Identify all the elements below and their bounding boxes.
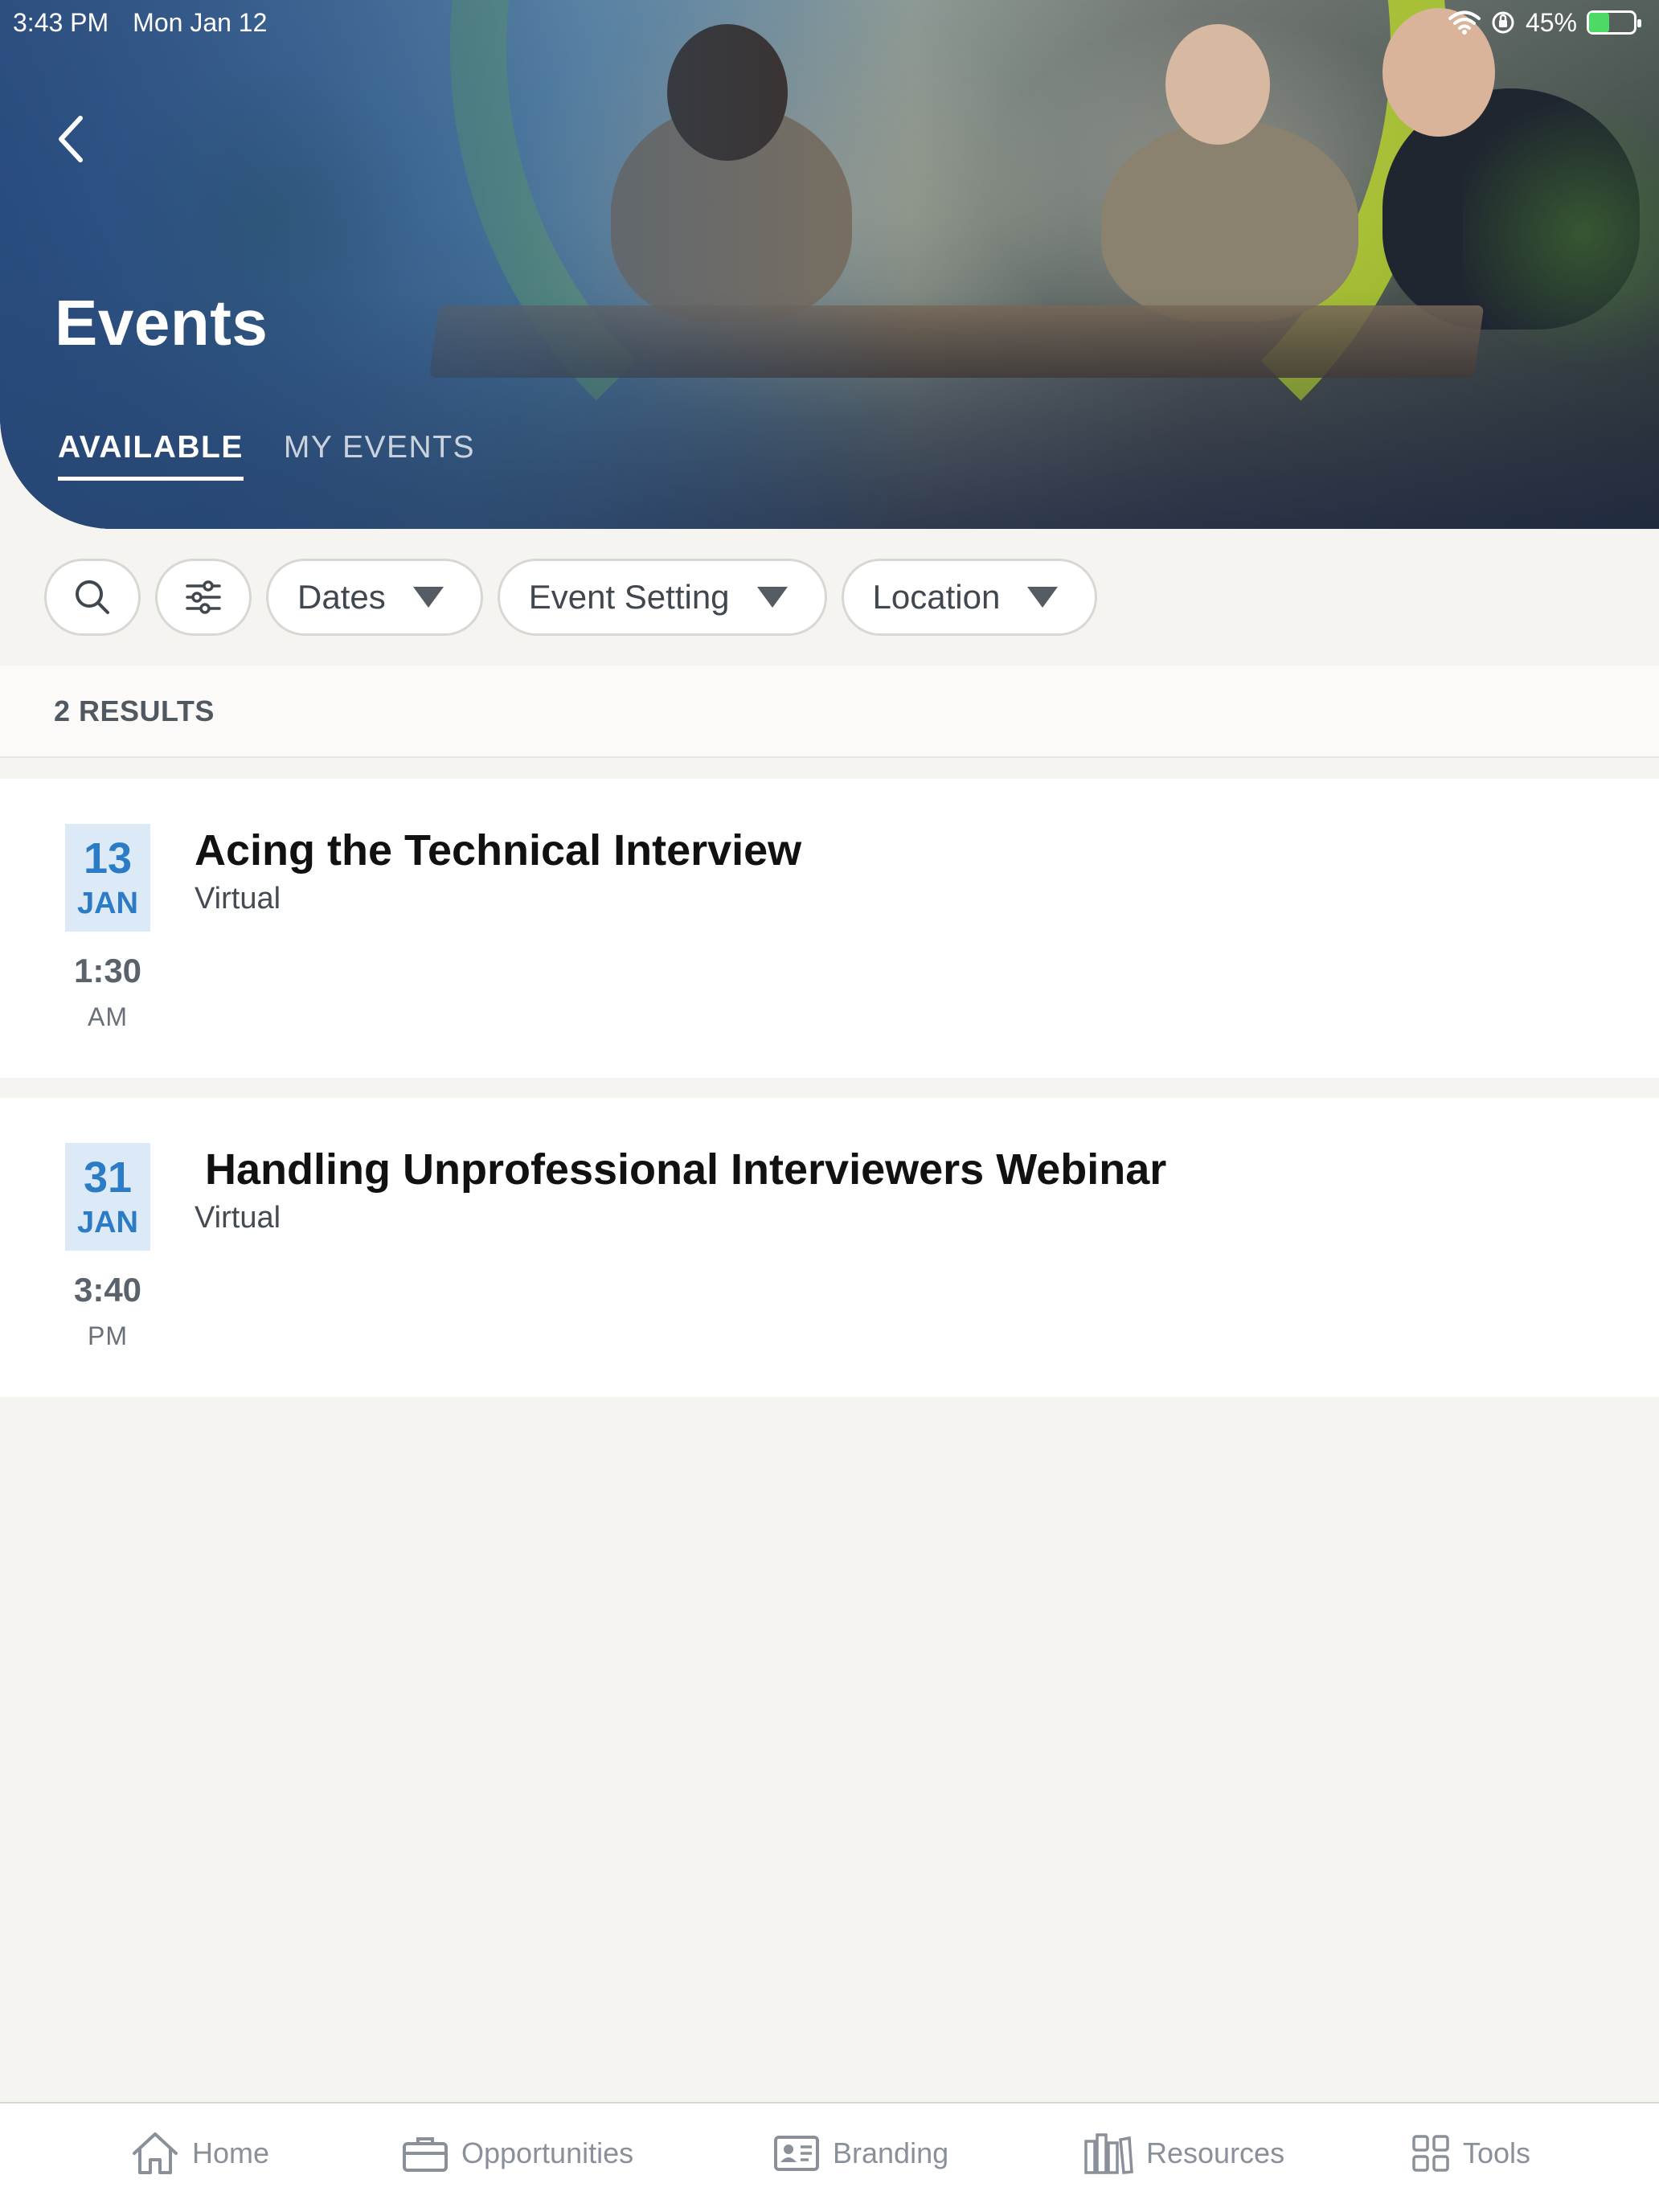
nav-branding[interactable]: Branding <box>773 2128 948 2179</box>
filter-bar: Dates Event Setting Location <box>0 529 1659 666</box>
tab-bar: AVAILABLE MY EVENTS <box>58 430 475 481</box>
status-date: Mon Jan 12 <box>133 7 268 37</box>
location-dropdown-label: Location <box>872 578 1001 616</box>
caret-down-icon <box>412 587 444 608</box>
battery-level <box>1589 13 1610 32</box>
bottom-nav: Home Opportunities Branding Resources To… <box>0 2102 1659 2212</box>
event-title: Acing the Technical Interview <box>195 826 802 875</box>
home-icon <box>133 2132 178 2174</box>
event-setting: Virtual <box>195 882 281 916</box>
nav-tools-label: Tools <box>1463 2136 1531 2169</box>
nav-opportunities-label: Opportunities <box>461 2136 634 2169</box>
tab-available[interactable]: AVAILABLE <box>58 430 244 481</box>
event-setting-dropdown-label: Event Setting <box>528 578 730 616</box>
status-bar-left: 3:43 PM Mon Jan 12 <box>13 6 267 39</box>
sliders-icon <box>186 580 221 614</box>
event-month: JAN <box>76 887 139 920</box>
grid-icon <box>1412 2135 1449 2172</box>
event-time: 1:30 <box>73 952 142 989</box>
dates-dropdown-label: Dates <box>297 578 386 616</box>
event-day: 13 <box>83 834 133 883</box>
header-banner: 3:43 PM Mon Jan 12 45% Events AVAILABLE … <box>0 0 1659 529</box>
briefcase-icon <box>403 2137 448 2172</box>
orientation-lock-icon <box>1492 11 1514 34</box>
nav-opportunities[interactable]: Opportunities <box>402 2128 633 2179</box>
event-month: JAN <box>76 1206 139 1239</box>
event-date-badge: 13 JAN <box>65 824 150 932</box>
event-title: Handling Unprofessional Interviewers Web… <box>205 1145 1167 1194</box>
tab-my-events[interactable]: MY EVENTS <box>284 430 475 481</box>
books-icon <box>1084 2133 1133 2174</box>
nav-branding-label: Branding <box>833 2136 949 2169</box>
event-date-badge: 31 JAN <box>65 1143 150 1251</box>
nav-home-label: Home <box>192 2136 270 2169</box>
location-dropdown[interactable]: Location <box>841 559 1098 636</box>
event-time: 3:40 <box>73 1271 142 1309</box>
filters-button[interactable] <box>155 559 252 636</box>
battery-icon <box>1587 10 1641 35</box>
page-title: Events <box>55 287 268 358</box>
event-ampm: AM <box>88 1002 128 1031</box>
nav-resources-label: Resources <box>1146 2136 1285 2169</box>
dates-dropdown[interactable]: Dates <box>266 559 483 636</box>
event-day: 31 <box>83 1153 133 1202</box>
results-count: 2 RESULTS <box>0 666 1659 758</box>
event-ampm: PM <box>88 1321 128 1350</box>
wifi-icon <box>1448 10 1481 35</box>
status-bar-right: 45% <box>1448 6 1641 39</box>
status-time: 3:43 PM <box>13 7 109 37</box>
chevron-left-icon <box>59 116 83 162</box>
nav-tools[interactable]: Tools <box>1411 2128 1530 2179</box>
back-button[interactable] <box>47 111 95 167</box>
nav-home[interactable]: Home <box>131 2128 269 2179</box>
event-card[interactable]: 31 JAN 3:40 PM Handling Unprofessional I… <box>0 1098 1659 1397</box>
caret-down-icon <box>1027 587 1059 608</box>
id-card-icon <box>774 2136 819 2171</box>
event-setting-dropdown[interactable]: Event Setting <box>497 559 827 636</box>
caret-down-icon <box>756 587 788 608</box>
battery-percent: 45% <box>1525 7 1577 37</box>
event-setting: Virtual <box>195 1201 281 1235</box>
search-button[interactable] <box>44 559 141 636</box>
search-icon <box>76 580 109 614</box>
event-card[interactable]: 13 JAN 1:30 AM Acing the Technical Inter… <box>0 779 1659 1078</box>
nav-resources[interactable]: Resources <box>1083 2128 1284 2179</box>
